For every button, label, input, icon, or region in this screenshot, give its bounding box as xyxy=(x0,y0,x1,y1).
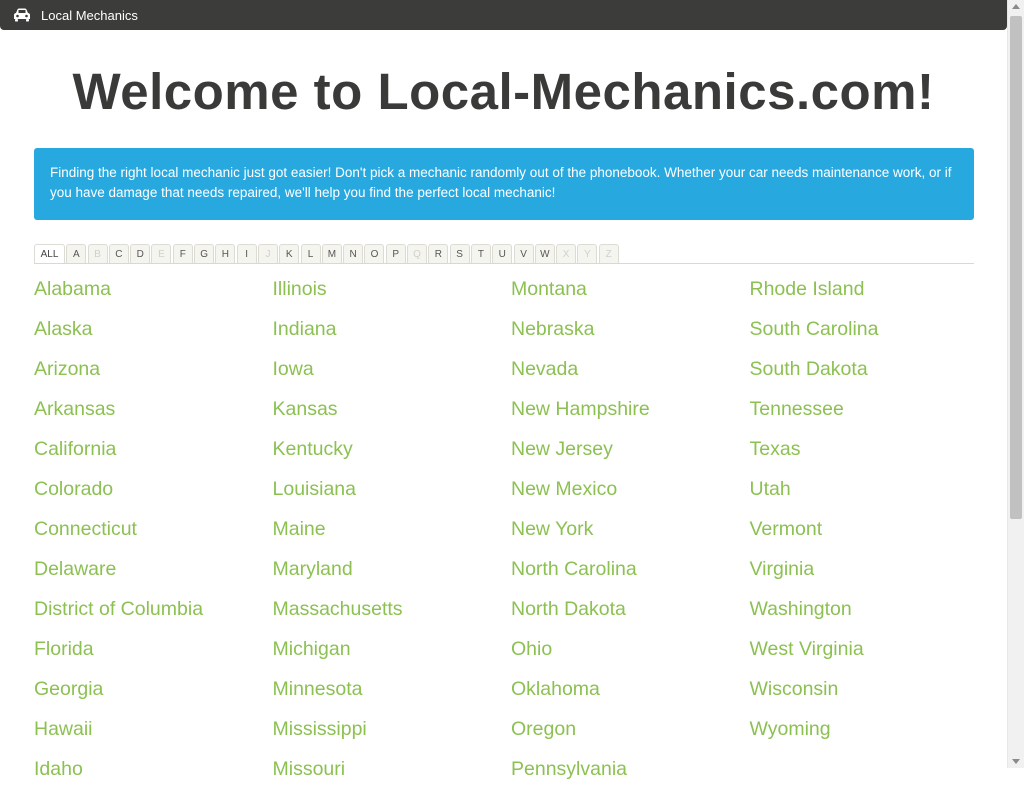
state-link-michigan[interactable]: Michigan xyxy=(273,631,512,671)
alphabet-tab-j: J xyxy=(257,244,278,263)
state-link-indiana[interactable]: Indiana xyxy=(273,311,512,351)
alphabet-tab-e: E xyxy=(151,244,172,263)
alphabet-tab-v[interactable]: V xyxy=(513,244,534,263)
alphabet-tab-c[interactable]: C xyxy=(108,244,129,263)
alphabet-tab-k[interactable]: K xyxy=(279,244,300,263)
state-link-south-dakota[interactable]: South Dakota xyxy=(750,351,989,391)
state-link-new-hampshire[interactable]: New Hampshire xyxy=(511,391,750,431)
alphabet-tab-t[interactable]: T xyxy=(470,244,491,263)
alphabet-tab-y: Y xyxy=(577,244,598,263)
state-link-louisiana[interactable]: Louisiana xyxy=(273,471,512,511)
state-link-california[interactable]: California xyxy=(34,431,273,471)
state-link-mississippi[interactable]: Mississippi xyxy=(273,711,512,751)
alphabet-tab-n[interactable]: N xyxy=(343,244,364,263)
alphabet-tab-u[interactable]: U xyxy=(492,244,513,263)
state-link-maine[interactable]: Maine xyxy=(273,511,512,551)
state-link-arizona[interactable]: Arizona xyxy=(34,351,273,391)
state-link-kentucky[interactable]: Kentucky xyxy=(273,431,512,471)
page-title: Welcome to Local-Mechanics.com! xyxy=(72,63,935,120)
state-link-oregon[interactable]: Oregon xyxy=(511,711,750,751)
state-link-missouri[interactable]: Missouri xyxy=(273,751,512,791)
state-link-alabama[interactable]: Alabama xyxy=(34,271,273,311)
state-link-colorado[interactable]: Colorado xyxy=(34,471,273,511)
state-link-maryland[interactable]: Maryland xyxy=(273,551,512,591)
alphabet-tab-g[interactable]: G xyxy=(194,244,215,263)
state-link-washington[interactable]: Washington xyxy=(750,591,989,631)
state-link-wyoming[interactable]: Wyoming xyxy=(750,711,989,751)
alphabet-tab-r[interactable]: R xyxy=(428,244,449,263)
top-bar: Local Mechanics xyxy=(0,0,1007,30)
scroll-up-arrow-icon[interactable] xyxy=(1012,4,1020,9)
state-link-illinois[interactable]: Illinois xyxy=(273,271,512,311)
alphabet-tab-z: Z xyxy=(598,244,619,263)
state-link-rhode-island[interactable]: Rhode Island xyxy=(750,271,989,311)
state-link-alaska[interactable]: Alaska xyxy=(34,311,273,351)
state-link-oklahoma[interactable]: Oklahoma xyxy=(511,671,750,711)
state-link-ohio[interactable]: Ohio xyxy=(511,631,750,671)
scroll-down-arrow-icon[interactable] xyxy=(1012,759,1020,764)
alphabet-filter: ALL A B C D E F G H I J K L M N O P Q R S T U V W X Y Z xyxy=(34,244,974,264)
state-link-minnesota[interactable]: Minnesota xyxy=(273,671,512,711)
car-icon xyxy=(12,7,32,23)
alphabet-tab-a[interactable]: A xyxy=(66,244,87,263)
state-link-arkansas[interactable]: Arkansas xyxy=(34,391,273,431)
alphabet-tab-i[interactable]: I xyxy=(236,244,257,263)
alphabet-tab-q: Q xyxy=(407,244,428,263)
alphabet-tab-w[interactable]: W xyxy=(534,244,555,263)
state-link-utah[interactable]: Utah xyxy=(750,471,989,511)
state-link-south-carolina[interactable]: South Carolina xyxy=(750,311,989,351)
alphabet-tab-d[interactable]: D xyxy=(130,244,151,263)
state-link-wisconsin[interactable]: Wisconsin xyxy=(750,671,989,711)
state-link-new-mexico[interactable]: New Mexico xyxy=(511,471,750,511)
state-link-hawaii[interactable]: Hawaii xyxy=(34,711,273,751)
state-link-montana[interactable]: Montana xyxy=(511,271,750,311)
state-link-delaware[interactable]: Delaware xyxy=(34,551,273,591)
alphabet-tab-f[interactable]: F xyxy=(172,244,193,263)
alphabet-tabs: ALL A B C D E F G H I J K L M N O P Q R S T U V W X Y Z xyxy=(34,244,620,263)
vertical-scrollbar[interactable] xyxy=(1007,0,1024,768)
alphabet-tab-s[interactable]: S xyxy=(449,244,470,263)
state-link-new-york[interactable]: New York xyxy=(511,511,750,551)
scroll-thumb[interactable] xyxy=(1010,16,1022,519)
alphabet-tab-l[interactable]: L xyxy=(300,244,321,263)
alphabet-tab-p[interactable]: P xyxy=(385,244,406,263)
alphabet-tab-m[interactable]: M xyxy=(321,244,342,263)
state-link-virginia[interactable]: Virginia xyxy=(750,551,989,591)
state-link-north-carolina[interactable]: North Carolina xyxy=(511,551,750,591)
alphabet-tab-o[interactable]: O xyxy=(364,244,385,263)
state-link-tennessee[interactable]: Tennessee xyxy=(750,391,989,431)
state-link-district-of-columbia[interactable]: District of Columbia xyxy=(34,591,273,631)
state-link-west-virginia[interactable]: West Virginia xyxy=(750,631,989,671)
alphabet-tab-all[interactable]: ALL xyxy=(34,244,65,263)
state-link-massachusetts[interactable]: Massachusetts xyxy=(273,591,512,631)
alphabet-tab-b: B xyxy=(87,244,108,263)
state-link-texas[interactable]: Texas xyxy=(750,431,989,471)
alphabet-tab-h[interactable]: H xyxy=(215,244,236,263)
state-link-kansas[interactable]: Kansas xyxy=(273,391,512,431)
state-link-north-dakota[interactable]: North Dakota xyxy=(511,591,750,631)
state-link-new-jersey[interactable]: New Jersey xyxy=(511,431,750,471)
empty-cell xyxy=(750,751,989,791)
state-link-nebraska[interactable]: Nebraska xyxy=(511,311,750,351)
alphabet-tab-x: X xyxy=(556,244,577,263)
app-title[interactable]: Local Mechanics xyxy=(41,8,138,23)
state-list: Alabama Illinois Montana Rhode Island Alaska… xyxy=(34,271,994,791)
state-link-vermont[interactable]: Vermont xyxy=(750,511,989,551)
intro-banner: Finding the right local mechanic just go… xyxy=(34,148,974,220)
state-link-florida[interactable]: Florida xyxy=(34,631,273,671)
state-link-nevada[interactable]: Nevada xyxy=(511,351,750,391)
state-link-idaho[interactable]: Idaho xyxy=(34,751,273,791)
state-link-pennsylvania[interactable]: Pennsylvania xyxy=(511,751,750,791)
state-link-iowa[interactable]: Iowa xyxy=(273,351,512,391)
state-link-georgia[interactable]: Georgia xyxy=(34,671,273,711)
state-link-connecticut[interactable]: Connecticut xyxy=(34,511,273,551)
